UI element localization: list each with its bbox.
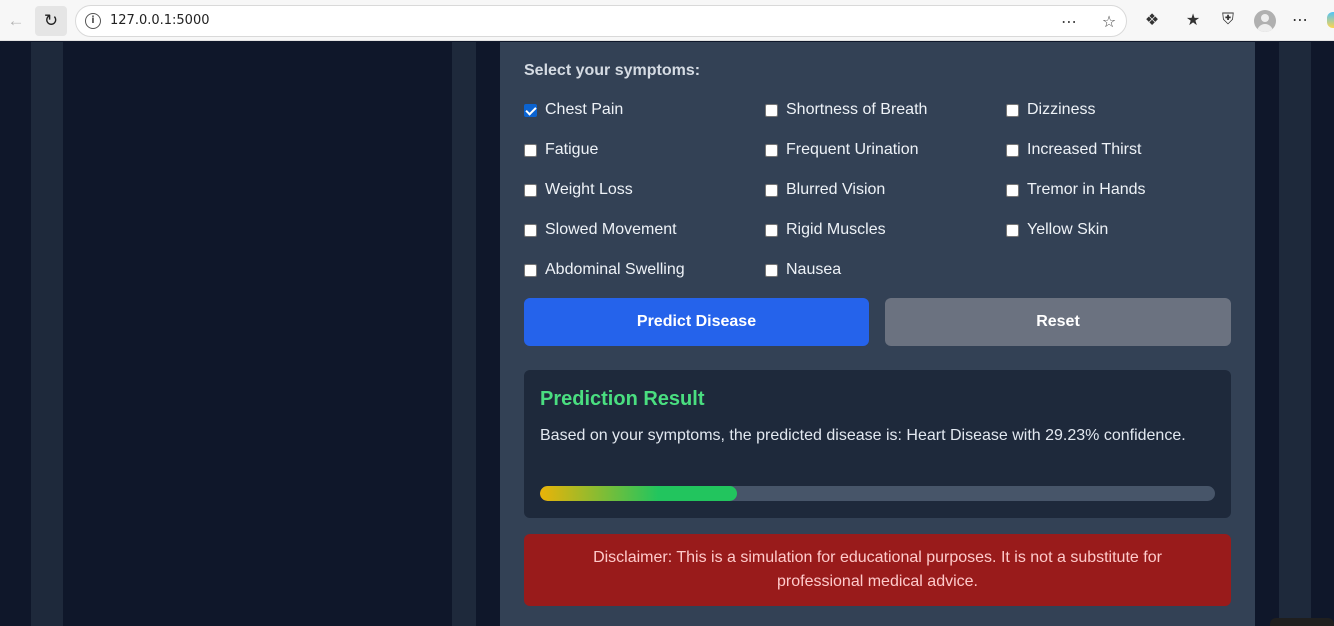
symptom-checkbox[interactable]: [1006, 223, 1019, 237]
confidence-progress-bar: [540, 486, 1215, 501]
more-menu-icon[interactable]: ⋯: [1289, 9, 1311, 31]
back-arrow-icon[interactable]: ←: [0, 6, 32, 36]
symptom-label: Shortness of Breath: [786, 101, 928, 118]
symptom-option[interactable]: Weight Loss: [524, 180, 633, 200]
symptom-option[interactable]: Slowed Movement: [524, 220, 677, 240]
reading-mode-icon[interactable]: ⋯: [1058, 11, 1080, 33]
left-panel: [63, 42, 452, 626]
favorites-list-icon[interactable]: ★: [1182, 9, 1204, 31]
symptoms-heading: Select your symptoms:: [524, 62, 701, 79]
reload-icon[interactable]: ↻: [35, 6, 67, 36]
symptom-checkbox[interactable]: [1006, 183, 1019, 197]
confidence-progress-fill: [540, 486, 738, 501]
symptom-label: Slowed Movement: [545, 221, 677, 238]
symptom-option[interactable]: Tremor in Hands: [1006, 180, 1146, 200]
symptom-option[interactable]: Chest Pain: [524, 100, 623, 120]
symptom-label: Fatigue: [545, 141, 599, 158]
symptom-label: Increased Thirst: [1027, 141, 1142, 158]
copilot-icon[interactable]: [1327, 12, 1334, 28]
symptom-option[interactable]: Abdominal Swelling: [524, 260, 685, 280]
symptom-option[interactable]: Rigid Muscles: [765, 220, 886, 240]
symptom-label: Rigid Muscles: [786, 221, 886, 238]
symptom-checkbox[interactable]: [765, 223, 778, 237]
corner-overlay: [1270, 618, 1334, 626]
symptom-label: Yellow Skin: [1027, 221, 1109, 238]
browser-toolbar: ← ↻ i 127.0.0.1:5000 ⋯ ☆ ❖ ★ ⛨ ⋯: [0, 0, 1334, 41]
symptom-checkbox[interactable]: [524, 143, 537, 157]
url-text[interactable]: 127.0.0.1:5000: [110, 13, 210, 28]
reset-button[interactable]: Reset: [885, 298, 1231, 346]
symptom-option[interactable]: Nausea: [765, 260, 841, 280]
symptom-option[interactable]: Frequent Urination: [765, 140, 919, 160]
result-title: Prediction Result: [540, 388, 705, 410]
symptom-checkbox[interactable]: [765, 103, 778, 117]
disclaimer-banner: Disclaimer: This is a simulation for edu…: [524, 534, 1231, 606]
symptom-option[interactable]: Yellow Skin: [1006, 220, 1108, 240]
symptom-label: Abdominal Swelling: [545, 261, 685, 278]
symptom-checkbox[interactable]: [765, 263, 778, 277]
symptom-checkbox[interactable]: [1006, 103, 1019, 117]
extensions-icon[interactable]: ❖: [1141, 9, 1163, 31]
symptom-option[interactable]: Increased Thirst: [1006, 140, 1141, 160]
address-bar[interactable]: i 127.0.0.1:5000 ⋯ ☆: [75, 5, 1127, 37]
symptom-checkbox[interactable]: [524, 103, 537, 117]
page-viewport: Select your symptoms: Chest Pain Shortnes…: [0, 42, 1334, 626]
symptom-label: Blurred Vision: [786, 181, 886, 198]
symptom-checkbox[interactable]: [765, 183, 778, 197]
symptom-label: Weight Loss: [545, 181, 633, 198]
predict-disease-button[interactable]: Predict Disease: [524, 298, 869, 346]
result-text: Based on your symptoms, the predicted di…: [540, 427, 1186, 444]
symptom-checkbox[interactable]: [524, 183, 537, 197]
right-panel-frame: [1279, 42, 1311, 626]
symptom-label: Tremor in Hands: [1027, 181, 1146, 198]
symptom-label: Chest Pain: [545, 101, 624, 118]
symptom-checkbox[interactable]: [765, 143, 778, 157]
symptom-checkbox[interactable]: [1006, 143, 1019, 157]
favorite-star-icon[interactable]: ☆: [1098, 11, 1120, 33]
shield-icon[interactable]: ⛨: [1217, 9, 1239, 31]
symptom-option[interactable]: Dizziness: [1006, 100, 1095, 120]
symptom-option[interactable]: Fatigue: [524, 140, 598, 160]
symptom-option[interactable]: Blurred Vision: [765, 180, 885, 200]
prediction-result-panel: Prediction Result Based on your symptoms…: [524, 370, 1231, 518]
symptom-label: Nausea: [786, 261, 842, 278]
symptom-option[interactable]: Shortness of Breath: [765, 100, 927, 120]
profile-avatar-icon[interactable]: [1254, 10, 1276, 32]
symptom-checkbox[interactable]: [524, 223, 537, 237]
site-info-icon[interactable]: i: [85, 13, 101, 29]
symptom-checkbox[interactable]: [524, 263, 537, 277]
symptom-label: Frequent Urination: [786, 141, 919, 158]
symptom-label: Dizziness: [1027, 101, 1096, 118]
